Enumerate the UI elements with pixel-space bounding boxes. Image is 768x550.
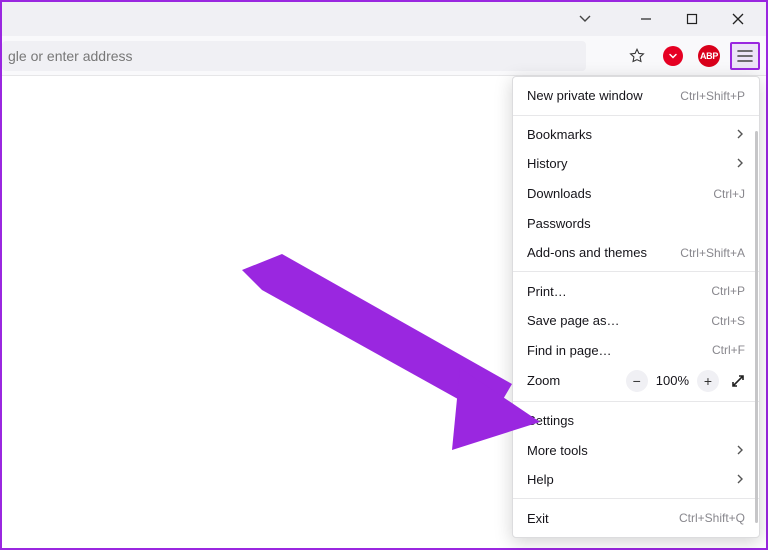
menu-zoom-row: Zoom − 100% +: [513, 365, 759, 397]
menu-separator: [513, 401, 759, 402]
chevron-right-icon: [735, 443, 745, 458]
menu-new-private-window[interactable]: New private window Ctrl+Shift+P: [513, 81, 759, 111]
menu-shortcut: Ctrl+J: [713, 187, 745, 201]
menu-shortcut: Ctrl+Shift+Q: [679, 511, 745, 525]
menu-label: Find in page…: [527, 343, 612, 358]
menu-label: Print…: [527, 284, 567, 299]
zoom-in-button[interactable]: +: [697, 370, 719, 392]
fullscreen-icon[interactable]: [727, 370, 749, 392]
window-maximize-button[interactable]: [670, 5, 714, 33]
adblock-plus-icon[interactable]: ABP: [694, 42, 724, 70]
menu-label: Save page as…: [527, 313, 620, 328]
menu-shortcut: Ctrl+S: [711, 314, 745, 328]
menu-label: Exit: [527, 511, 549, 526]
menu-print[interactable]: Print… Ctrl+P: [513, 276, 759, 306]
chevron-right-icon: [735, 472, 745, 487]
menu-passwords[interactable]: Passwords: [513, 208, 759, 238]
menu-label: Downloads: [527, 186, 591, 201]
menu-shortcut: Ctrl+Shift+A: [680, 246, 745, 260]
menu-shortcut: Ctrl+P: [711, 284, 745, 298]
browser-window: gle or enter address ABP New private win…: [0, 0, 768, 550]
menu-label: Passwords: [527, 216, 591, 231]
menu-more-tools[interactable]: More tools: [513, 435, 759, 465]
app-menu-button[interactable]: [730, 42, 760, 70]
window-titlebar: [2, 2, 766, 36]
menu-shortcut: Ctrl+F: [712, 343, 745, 357]
menu-label: Add-ons and themes: [527, 245, 647, 260]
menu-addons[interactable]: Add-ons and themes Ctrl+Shift+A: [513, 238, 759, 268]
menu-help[interactable]: Help: [513, 465, 759, 495]
menu-history[interactable]: History: [513, 149, 759, 179]
menu-label: Bookmarks: [527, 127, 592, 142]
tab-overflow-chevron-icon[interactable]: [570, 5, 600, 33]
menu-find-in-page[interactable]: Find in page… Ctrl+F: [513, 336, 759, 366]
pocket-icon[interactable]: [658, 42, 688, 70]
menu-label: More tools: [527, 443, 588, 458]
browser-toolbar: gle or enter address ABP: [2, 36, 766, 76]
menu-label: History: [527, 156, 567, 171]
menu-separator: [513, 271, 759, 272]
chevron-right-icon: [735, 127, 745, 142]
zoom-value: 100%: [656, 373, 689, 388]
menu-label: Settings: [527, 413, 574, 428]
window-minimize-button[interactable]: [624, 5, 668, 33]
menu-label: Help: [527, 472, 554, 487]
menu-bookmarks[interactable]: Bookmarks: [513, 120, 759, 150]
address-bar-placeholder: gle or enter address: [8, 48, 133, 64]
menu-shortcut: Ctrl+Shift+P: [680, 89, 745, 103]
chevron-right-icon: [735, 156, 745, 171]
menu-scrollbar[interactable]: [755, 131, 758, 523]
menu-separator: [513, 115, 759, 116]
menu-exit[interactable]: Exit Ctrl+Shift+Q: [513, 503, 759, 533]
menu-downloads[interactable]: Downloads Ctrl+J: [513, 179, 759, 209]
zoom-out-button[interactable]: −: [626, 370, 648, 392]
menu-settings[interactable]: Settings: [513, 406, 759, 436]
app-menu-panel: New private window Ctrl+Shift+P Bookmark…: [512, 76, 760, 538]
menu-separator: [513, 498, 759, 499]
menu-save-page-as[interactable]: Save page as… Ctrl+S: [513, 306, 759, 336]
bookmark-star-icon[interactable]: [622, 42, 652, 70]
menu-label: Zoom: [527, 373, 560, 388]
menu-label: New private window: [527, 88, 643, 103]
address-bar[interactable]: gle or enter address: [2, 41, 586, 71]
window-close-button[interactable]: [716, 5, 760, 33]
